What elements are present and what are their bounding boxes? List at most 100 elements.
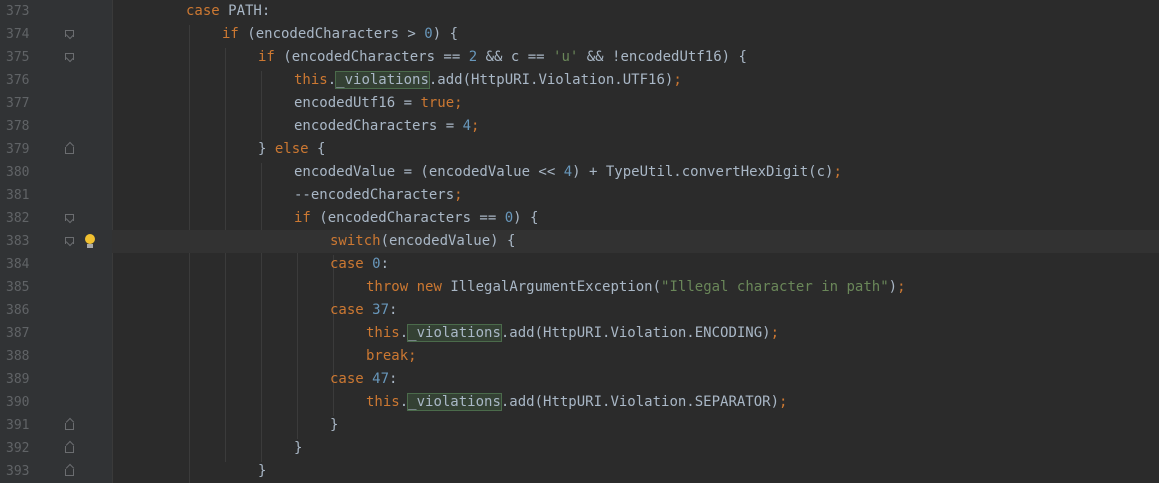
- code-text[interactable]: this._violations.add(HttpURI.Violation.S…: [366, 391, 787, 414]
- line-number[interactable]: 375: [6, 46, 38, 69]
- code-token: ) {: [513, 210, 539, 226]
- code-line[interactable]: 378 encodedCharacters = 4;: [0, 115, 1159, 138]
- code-text[interactable]: case 0:: [330, 253, 389, 276]
- code-text[interactable]: case PATH:: [186, 0, 270, 23]
- code-line[interactable]: 375 if (encodedCharacters == 2 && c == 'u…: [0, 46, 1159, 69]
- line-number[interactable]: 388: [6, 345, 38, 368]
- code-token: encodedCharacters =: [294, 118, 463, 134]
- code-line[interactable]: 379 } else {: [0, 138, 1159, 161]
- code-line[interactable]: 387 this._violations.add(HttpURI.Violatio…: [0, 322, 1159, 345]
- code-text[interactable]: throw new IllegalArgumentException("Ille…: [366, 276, 906, 299]
- code-text[interactable]: }: [294, 437, 302, 460]
- code-text[interactable]: }: [258, 460, 266, 483]
- code-line[interactable]: 380 encodedValue = (encodedValue << 4) + …: [0, 161, 1159, 184]
- line-number[interactable]: 374: [6, 23, 38, 46]
- code-token: ;: [897, 279, 906, 295]
- code-text[interactable]: } else {: [258, 138, 325, 161]
- highlighted-field-usage: _violations: [407, 324, 502, 342]
- code-text[interactable]: case 37:: [330, 299, 397, 322]
- code-line[interactable]: 390 this._violations.add(HttpURI.Violatio…: [0, 391, 1159, 414]
- code-text[interactable]: encodedCharacters = 4;: [294, 115, 479, 138]
- line-number[interactable]: 378: [6, 115, 38, 138]
- code-token: this: [366, 325, 400, 341]
- code-token: && !encodedUtf16) {: [578, 49, 747, 65]
- line-number[interactable]: 392: [6, 437, 38, 460]
- code-token: "Illegal character in path": [661, 279, 889, 295]
- code-text[interactable]: this._violations.add(HttpURI.Violation.U…: [294, 69, 682, 92]
- code-token: ;: [770, 325, 780, 341]
- code-line[interactable]: 386 case 37:: [0, 299, 1159, 322]
- code-line[interactable]: 388 break;: [0, 345, 1159, 368]
- line-number[interactable]: 380: [6, 161, 38, 184]
- code-line[interactable]: 392}: [0, 437, 1159, 460]
- code-token: if: [222, 26, 239, 42]
- line-number[interactable]: 377: [6, 92, 38, 115]
- code-line[interactable]: 377 encodedUtf16 = true;: [0, 92, 1159, 115]
- code-line[interactable]: 391}: [0, 414, 1159, 437]
- fold-end-icon[interactable]: [65, 147, 74, 154]
- code-text[interactable]: break;: [366, 345, 417, 368]
- code-text[interactable]: encodedValue = (encodedValue << 4) + Typ…: [294, 161, 842, 184]
- code-token: ) {: [432, 26, 459, 42]
- code-token: (encodedCharacters ==: [310, 210, 505, 226]
- line-number[interactable]: 383: [6, 230, 38, 253]
- fold-marker-icon[interactable]: [65, 53, 74, 60]
- code-text[interactable]: encodedUtf16 = true;: [294, 92, 463, 115]
- code-line[interactable]: 383 switch(encodedValue) {: [0, 230, 1159, 253]
- code-token: 0: [372, 256, 381, 272]
- code-text[interactable]: if (encodedCharacters > 0) {: [222, 23, 458, 46]
- fold-end-icon[interactable]: [65, 446, 74, 453]
- code-token: encodedValue = (encodedValue <<: [294, 164, 564, 180]
- code-line[interactable]: 382 if (encodedCharacters == 0) {: [0, 207, 1159, 230]
- line-number[interactable]: 393: [6, 460, 38, 483]
- code-token: }: [258, 463, 267, 479]
- line-number[interactable]: 386: [6, 299, 38, 322]
- code-line[interactable]: 393}: [0, 460, 1159, 483]
- line-number[interactable]: 376: [6, 69, 38, 92]
- code-text[interactable]: this._violations.add(HttpURI.Violation.E…: [366, 322, 779, 345]
- line-number[interactable]: 381: [6, 184, 38, 207]
- code-line[interactable]: 376 this._violations.add(HttpURI.Violatio…: [0, 69, 1159, 92]
- code-line[interactable]: 389 case 47:: [0, 368, 1159, 391]
- line-number[interactable]: 379: [6, 138, 38, 161]
- code-token: case: [330, 302, 364, 318]
- line-number[interactable]: 384: [6, 253, 38, 276]
- code-text[interactable]: if (encodedCharacters == 0) {: [294, 207, 538, 230]
- code-line[interactable]: 384 case 0:: [0, 253, 1159, 276]
- code-token: ;: [833, 164, 842, 180]
- lightbulb-icon[interactable]: [85, 234, 95, 249]
- code-token: .: [327, 72, 337, 88]
- fold-end-icon[interactable]: [65, 423, 74, 430]
- code-text[interactable]: }: [330, 414, 338, 437]
- code-token: case: [330, 371, 364, 387]
- code-token: break: [366, 348, 409, 364]
- line-number[interactable]: 390: [6, 391, 38, 414]
- fold-end-icon[interactable]: [65, 469, 74, 476]
- code-line[interactable]: 381 --encodedCharacters;: [0, 184, 1159, 207]
- line-number[interactable]: 373: [6, 0, 38, 23]
- code-line[interactable]: 385 throw new IllegalArgumentException("I…: [0, 276, 1159, 299]
- line-number[interactable]: 391: [6, 414, 38, 437]
- code-token: 'u': [553, 49, 579, 65]
- code-text[interactable]: --encodedCharacters;: [294, 184, 463, 207]
- line-number[interactable]: 387: [6, 322, 38, 345]
- line-number[interactable]: 389: [6, 368, 38, 391]
- line-number[interactable]: 382: [6, 207, 38, 230]
- code-token: && c ==: [477, 49, 554, 65]
- fold-marker-icon[interactable]: [65, 214, 74, 221]
- code-text[interactable]: case 47:: [330, 368, 397, 391]
- fold-marker-icon[interactable]: [65, 30, 74, 37]
- code-editor[interactable]: 373 case PATH: 374 if (encodedCharacters > …: [0, 0, 1159, 483]
- code-token: (encodedValue) {: [380, 233, 516, 249]
- code-token: this: [366, 394, 400, 410]
- fold-marker-icon[interactable]: [65, 237, 74, 244]
- line-number[interactable]: 385: [6, 276, 38, 299]
- code-text[interactable]: if (encodedCharacters == 2 && c == 'u' &…: [258, 46, 747, 69]
- code-token: .: [399, 394, 409, 410]
- code-line[interactable]: 373 case PATH:: [0, 0, 1159, 23]
- code-text[interactable]: switch(encodedValue) {: [330, 230, 515, 253]
- code-token: encodedUtf16 =: [294, 95, 421, 111]
- code-line[interactable]: 374 if (encodedCharacters > 0) {: [0, 23, 1159, 46]
